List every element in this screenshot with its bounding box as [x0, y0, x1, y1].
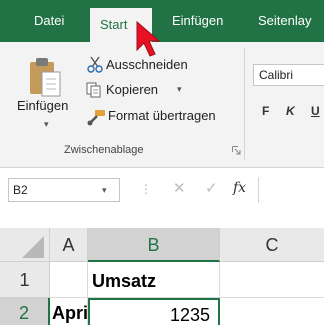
formula-bar: B2 ▾ ⋮ ✕ ✓ fx	[0, 168, 324, 214]
name-box[interactable]: B2 ▾	[8, 178, 120, 202]
column-header-b[interactable]: B	[88, 228, 220, 262]
paste-button[interactable]: Einfügen	[17, 98, 68, 113]
cell-c1[interactable]	[220, 262, 324, 298]
paste-icon[interactable]	[28, 56, 62, 98]
chevron-down-icon[interactable]: ▾	[177, 84, 182, 95]
group-divider	[244, 48, 245, 160]
cancel-icon[interactable]: ✕	[173, 179, 186, 197]
formula-divider	[258, 177, 259, 203]
italic-button[interactable]: K	[286, 104, 295, 118]
copy-icon[interactable]	[86, 82, 102, 98]
enter-icon[interactable]: ✓	[205, 179, 218, 197]
column-header-a[interactable]: A	[50, 228, 88, 262]
function-icon[interactable]: fx	[233, 180, 246, 196]
cell-b2[interactable]: 1235	[88, 298, 220, 325]
tab-datei[interactable]: Datei	[34, 0, 64, 42]
cell-a2[interactable]: April	[50, 298, 93, 325]
corner-triangle-icon	[22, 236, 44, 258]
ribbon-body: Einfügen ▾ Ausschneiden Kopieren ▾ Forma…	[0, 42, 324, 168]
cell-c2[interactable]	[220, 298, 324, 325]
tab-einfuegen[interactable]: Einfügen	[172, 0, 223, 42]
row-header-1[interactable]: 1	[0, 262, 50, 298]
cell-b1[interactable]: Umsatz	[88, 262, 220, 298]
formula-bar-grip[interactable]: ⋮	[140, 182, 152, 196]
chevron-down-icon[interactable]: ▾	[44, 119, 49, 130]
name-box-value: B2	[13, 183, 28, 197]
format-painter-icon[interactable]	[86, 108, 106, 126]
font-name-select[interactable]: Calibri	[253, 64, 324, 86]
dialog-launcher-icon[interactable]	[232, 146, 241, 155]
clipboard-group-label: Zwischenablage	[64, 144, 144, 156]
mouse-pointer-icon	[136, 20, 161, 57]
cell-a1[interactable]	[50, 262, 88, 298]
underline-button[interactable]: U	[311, 104, 320, 118]
bold-button[interactable]: F	[262, 104, 269, 118]
column-header-c[interactable]: C	[220, 228, 324, 262]
select-all-corner[interactable]	[0, 228, 50, 262]
copy-button[interactable]: Kopieren	[106, 82, 158, 97]
row-header-2[interactable]: 2	[0, 298, 50, 325]
chevron-down-icon[interactable]: ▾	[102, 185, 107, 196]
format-painter-button[interactable]: Format übertragen	[108, 108, 216, 123]
tab-seitenlayout[interactable]: Seitenlay	[258, 0, 311, 42]
spreadsheet-grid: A B C 1 2 Umsatz April 1235	[0, 214, 324, 325]
cut-icon[interactable]	[86, 55, 104, 73]
